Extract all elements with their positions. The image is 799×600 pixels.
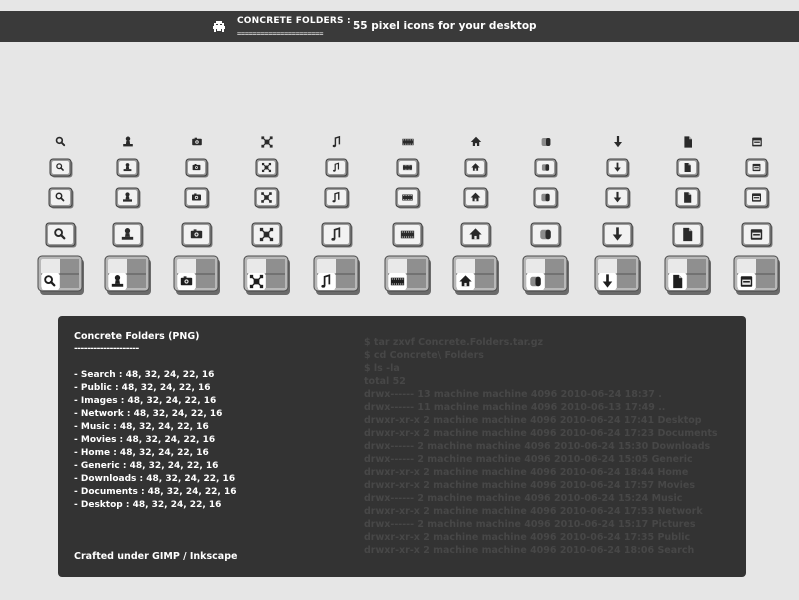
public-folder-icon xyxy=(123,136,133,147)
public-folder-icon xyxy=(116,158,140,178)
downloads-folder-icon xyxy=(594,255,641,295)
desktop-folder-icon xyxy=(752,137,762,147)
list-item: - Downloads : 48, 32, 24, 22, 16 xyxy=(74,474,236,484)
list-item: - Generic : 48, 32, 24, 22, 16 xyxy=(74,461,219,471)
terminal-line: drwxr-xr-x 2 machine machine 4096 2010-0… xyxy=(364,467,689,478)
terminal-listing: $ tar zxvf Concrete.Folders.tar.gz $ cd … xyxy=(364,336,718,557)
music-folder-icon xyxy=(313,255,360,295)
generic-folder-icon xyxy=(530,222,562,248)
images-folder-icon xyxy=(173,255,220,295)
home-folder-icon xyxy=(460,222,492,248)
panel-title: Concrete Folders (PNG) xyxy=(74,331,200,342)
images-folder-icon xyxy=(181,222,213,248)
terminal-line: drwxr-xr-x 2 machine machine 4096 2010-0… xyxy=(364,506,703,517)
terminal-line: total 52 xyxy=(364,376,406,387)
images-folder-icon xyxy=(185,158,209,178)
desktop-folder-icon xyxy=(745,158,769,178)
terminal-line: drwx------ 2 machine machine 4096 2010-0… xyxy=(364,454,693,465)
downloads-folder-icon xyxy=(614,136,622,148)
terminal-line: drwxr-xr-x 2 machine machine 4096 2010-0… xyxy=(364,545,695,556)
list-item: - Home : 48, 32, 24, 22, 16 xyxy=(74,448,209,458)
page-title: CONCRETE FOLDERS : xyxy=(237,16,351,26)
images-folder-icon xyxy=(184,187,210,209)
terminal-line: drwxr-xr-x 2 machine machine 4096 2010-0… xyxy=(364,532,691,543)
list-item: - Public : 48, 32, 24, 22, 16 xyxy=(74,383,211,393)
terminal-line: drwxr-xr-x 2 machine machine 4096 2010-0… xyxy=(364,415,702,426)
search-folder-icon xyxy=(45,222,77,248)
documents-folder-icon xyxy=(676,158,700,178)
terminal-line: drwx------ 2 machine machine 4096 2010-0… xyxy=(364,519,696,530)
movies-folder-icon xyxy=(384,255,431,295)
list-item: - Documents : 48, 32, 24, 22, 16 xyxy=(74,487,237,497)
terminal-line: drwxr-xr-x 2 machine machine 4096 2010-0… xyxy=(364,428,718,439)
header-bar: CONCRETE FOLDERS : =====================… xyxy=(0,11,799,42)
movies-folder-icon xyxy=(395,187,421,209)
desktop-folder-icon xyxy=(744,187,770,209)
size-list: - Search : 48, 32, 24, 22, 16 - Public :… xyxy=(74,369,237,512)
generic-folder-icon xyxy=(534,158,558,178)
list-item: - Desktop : 48, 32, 24, 22, 16 xyxy=(74,500,222,510)
documents-folder-icon xyxy=(672,222,704,248)
search-folder-icon xyxy=(49,158,73,178)
documents-folder-icon xyxy=(684,136,692,148)
generic-folder-icon xyxy=(533,187,559,209)
movies-folder-icon xyxy=(392,222,424,248)
downloads-folder-icon xyxy=(602,222,634,248)
music-folder-icon xyxy=(332,135,341,148)
music-folder-icon xyxy=(321,222,353,248)
music-folder-icon xyxy=(325,158,349,178)
list-item: - Movies : 48, 32, 24, 22, 16 xyxy=(74,435,216,445)
downloads-folder-icon xyxy=(605,187,631,209)
generic-folder-icon xyxy=(522,255,569,295)
movies-folder-icon xyxy=(402,138,414,146)
terminal-line: drwx------ 2 machine machine 4096 2010-0… xyxy=(364,441,711,452)
network-folder-icon xyxy=(255,158,279,178)
title-underline: ====================== xyxy=(237,30,324,38)
music-folder-icon xyxy=(324,187,350,209)
public-folder-icon xyxy=(112,222,144,248)
terminal-line: $ tar zxvf Concrete.Folders.tar.gz xyxy=(364,337,544,348)
tagline: 55 pixel icons for your desktop xyxy=(353,20,537,32)
info-panel: Concrete Folders (PNG) -----------------… xyxy=(58,316,746,577)
home-folder-icon xyxy=(464,158,488,178)
terminal-line: drwx------ 13 machine machine 4096 2010-… xyxy=(364,389,662,400)
documents-folder-icon xyxy=(675,187,701,209)
movies-folder-icon xyxy=(396,158,420,178)
terminal-line: $ ls -la xyxy=(364,363,400,374)
network-folder-icon xyxy=(261,136,273,148)
search-folder-icon xyxy=(37,255,84,295)
terminal-line: drwx------ 11 machine machine 4096 2010-… xyxy=(364,402,666,413)
network-folder-icon xyxy=(243,255,290,295)
terminal-line: drwxr-xr-x 2 machine machine 4096 2010-0… xyxy=(364,480,695,491)
desktop-folder-icon xyxy=(741,222,773,248)
list-item: - Images : 48, 32, 24, 22, 16 xyxy=(74,396,217,406)
home-folder-icon xyxy=(452,255,499,295)
panel-title-underline: -------------------- xyxy=(74,344,139,354)
space-invader-icon xyxy=(213,21,225,32)
network-folder-icon xyxy=(251,222,283,248)
public-folder-icon xyxy=(115,187,141,209)
list-item: - Search : 48, 32, 24, 22, 16 xyxy=(74,370,215,380)
search-folder-icon xyxy=(55,136,66,147)
terminal-line: $ cd Concrete\ Folders xyxy=(364,350,484,361)
desktop-folder-icon xyxy=(733,255,780,295)
downloads-folder-icon xyxy=(606,158,630,178)
documents-folder-icon xyxy=(664,255,711,295)
public-folder-icon xyxy=(104,255,151,295)
network-folder-icon xyxy=(254,187,280,209)
home-folder-icon xyxy=(470,136,482,146)
terminal-line: drwx------ 2 machine machine 4096 2010-0… xyxy=(364,493,683,504)
search-folder-icon xyxy=(48,187,74,209)
images-folder-icon xyxy=(192,137,202,146)
credit-text: Crafted under GIMP / Inkscape xyxy=(74,551,238,562)
generic-folder-icon xyxy=(541,138,551,146)
list-item: - Music : 48, 32, 24, 22, 16 xyxy=(74,422,209,432)
home-folder-icon xyxy=(463,187,489,209)
list-item: - Network : 48, 32, 24, 22, 16 xyxy=(74,409,223,419)
